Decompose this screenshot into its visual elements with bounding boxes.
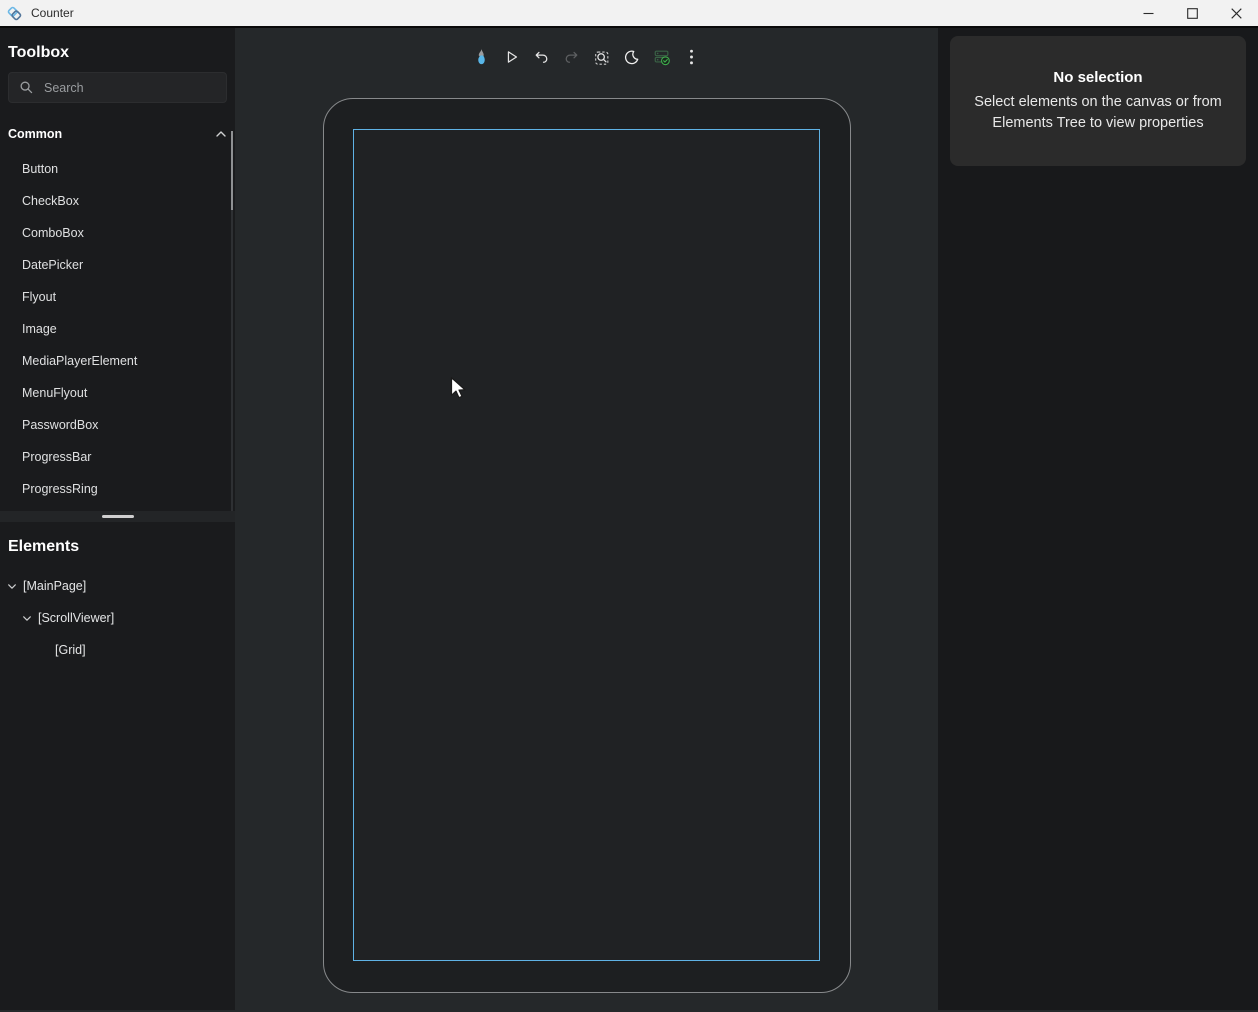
play-icon[interactable] [502, 42, 522, 72]
toolbox-item-combobox[interactable]: ComboBox [0, 217, 235, 249]
redo-icon[interactable] [562, 42, 582, 72]
toolbox-list: Button CheckBox ComboBox DatePicker Flyo… [0, 153, 235, 505]
app-logo-icon [6, 5, 23, 22]
tree-item-label: [Grid] [55, 643, 86, 657]
toolbox-elements-splitter[interactable] [0, 511, 235, 522]
tree-item-label: [ScrollViewer] [38, 611, 114, 625]
tree-item-mainpage[interactable]: [MainPage] [0, 570, 235, 602]
devserver-connected-icon[interactable] [652, 42, 672, 72]
elements-tree: [MainPage] [ScrollViewer] [Grid] [0, 570, 235, 666]
maximize-icon [1187, 8, 1198, 19]
toolbox-item-button[interactable]: Button [0, 153, 235, 185]
search-input[interactable] [44, 81, 204, 95]
zoom-to-fit-icon[interactable] [592, 42, 612, 72]
tree-item-scrollviewer[interactable]: [ScrollViewer] [0, 602, 235, 634]
tree-item-grid[interactable]: [Grid] [0, 634, 235, 666]
more-options-icon[interactable] [682, 42, 702, 72]
canvas-toolbar [472, 42, 702, 72]
close-icon [1231, 8, 1242, 19]
no-selection-message: Select elements on the canvas or from El… [966, 92, 1230, 133]
minimize-icon [1143, 8, 1154, 19]
toolbox-section-common[interactable]: Common [8, 127, 227, 141]
toolbox-item-progressbar[interactable]: ProgressBar [0, 441, 235, 473]
toolbox-item-checkbox[interactable]: CheckBox [0, 185, 235, 217]
hot-design-flame-icon[interactable] [472, 42, 492, 72]
toolbox-scrollbar-thumb[interactable] [231, 131, 233, 210]
toolbox-item-progressring[interactable]: ProgressRing [0, 473, 235, 505]
chevron-up-icon [215, 129, 227, 139]
close-button[interactable] [1214, 0, 1258, 27]
toolbox-item-menuflyout[interactable]: MenuFlyout [0, 377, 235, 409]
titlebar: Counter [0, 0, 1258, 28]
window-title: Counter [31, 6, 74, 20]
device-frame [323, 98, 851, 993]
splitter-handle-icon [102, 515, 134, 518]
theme-moon-icon[interactable] [622, 42, 642, 72]
left-sidebar: Toolbox Common Button CheckBox ComboBox … [0, 28, 235, 1010]
elements-title: Elements [8, 538, 227, 556]
maximize-button[interactable] [1170, 0, 1214, 27]
toolbox-item-datepicker[interactable]: DatePicker [0, 249, 235, 281]
minimize-button[interactable] [1126, 0, 1170, 27]
section-label: Common [8, 127, 62, 141]
undo-icon[interactable] [532, 42, 552, 72]
chevron-down-icon[interactable] [21, 614, 33, 623]
search-icon [19, 80, 34, 95]
no-selection-title: No selection [1053, 69, 1142, 86]
canvas-screen-grid[interactable] [353, 129, 820, 961]
chevron-down-icon[interactable] [6, 582, 18, 591]
toolbox-item-flyout[interactable]: Flyout [0, 281, 235, 313]
toolbox-item-image[interactable]: Image [0, 313, 235, 345]
properties-panel: No selection Select elements on the canv… [938, 28, 1258, 1010]
design-canvas-area[interactable] [235, 28, 938, 1010]
toolbox-item-passwordbox[interactable]: PasswordBox [0, 409, 235, 441]
tree-item-label: [MainPage] [23, 579, 86, 593]
toolbox-item-mediaplayerelement[interactable]: MediaPlayerElement [0, 345, 235, 377]
toolbox-search[interactable] [8, 72, 227, 103]
toolbox-title: Toolbox [8, 44, 227, 62]
no-selection-card: No selection Select elements on the canv… [950, 36, 1246, 166]
